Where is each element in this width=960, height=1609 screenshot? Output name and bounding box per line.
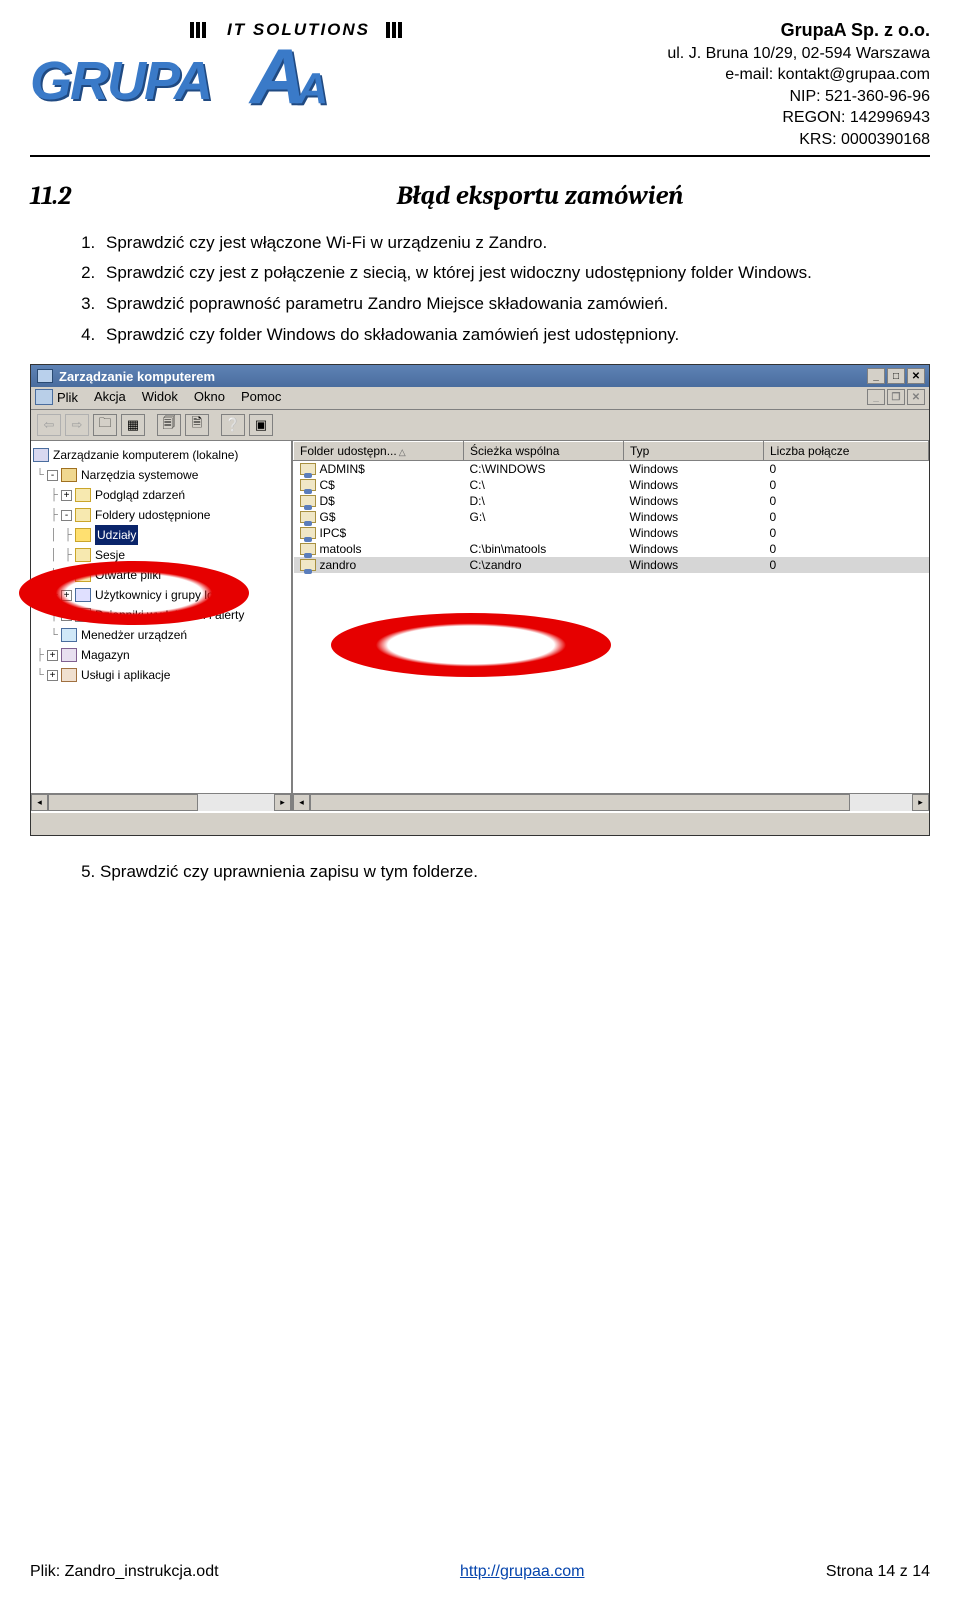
steps-list: Sprawdzić czy jest włączone Wi-Fi w urzą… — [100, 229, 930, 351]
col-conn[interactable]: Liczba połącze — [764, 442, 929, 461]
refresh-button[interactable]: 🗐 — [157, 414, 181, 436]
col-folder[interactable]: Folder udostępn...△ — [294, 442, 464, 461]
tree-scrollbar[interactable]: ◂ ▸ — [31, 793, 291, 811]
section-number: 11.2 — [30, 181, 150, 211]
tree-shared-folders[interactable]: ├-Foldery udostępnione — [33, 505, 289, 525]
company-regon: REGON: 142996943 — [782, 109, 930, 126]
menu-help[interactable]: Pomoc — [241, 389, 281, 405]
table-row[interactable]: matoolsC:\bin\matoolsWindows0 — [294, 541, 929, 557]
footer-link[interactable]: http://grupaa.com — [460, 1563, 585, 1581]
back-button[interactable]: ⇦ — [37, 414, 61, 436]
logo-bars-left — [190, 22, 206, 38]
footer-file: Plik: Zandro_instrukcja.odt — [30, 1563, 219, 1581]
tree-storage[interactable]: ├+Magazyn — [33, 645, 289, 665]
status-bar — [31, 811, 929, 835]
tree-services[interactable]: └+Usługi i aplikacje — [33, 665, 289, 685]
company-address: ul. J. Bruna 10/29, 02-594 Warszawa — [667, 45, 930, 62]
menu-bar: Plik Akcja Widok Okno Pomoc _ ❐ ✕ — [31, 387, 929, 410]
company-nip: NIP: 521-360-96-96 — [789, 88, 930, 105]
help-button[interactable]: ❔ — [221, 414, 245, 436]
tree-event-viewer[interactable]: ├+Podgląd zdarzeń — [33, 485, 289, 505]
company-name: GrupaA Sp. z o.o. — [781, 20, 930, 40]
step-1: Sprawdzić czy jest włączone Wi-Fi w urzą… — [100, 229, 930, 258]
toggle-button[interactable]: ▣ — [249, 414, 273, 436]
scroll-right-button[interactable]: ▸ — [274, 794, 291, 811]
company-logo: IT SOLUTIONS GRUPA AA — [30, 18, 370, 118]
step-3: Sprawdzić poprawność parametru Zandro Mi… — [100, 290, 930, 319]
step-5: Sprawdzić czy uprawnienia zapisu w tym f… — [100, 858, 930, 887]
company-info: GrupaA Sp. z o.o. ul. J. Bruna 10/29, 02… — [667, 18, 930, 151]
menu-file[interactable]: Plik — [35, 389, 78, 405]
highlight-ellipse-tree — [19, 561, 249, 625]
logo-bars-right — [386, 22, 402, 38]
col-path[interactable]: Ścieżka wspólna — [464, 442, 624, 461]
scroll-left-button[interactable]: ◂ — [31, 794, 48, 811]
maximize-button[interactable]: □ — [887, 368, 905, 384]
menu-action[interactable]: Akcja — [94, 389, 126, 405]
tree-pane[interactable]: Zarządzanie komputerem (lokalne) └-Narzę… — [31, 441, 293, 811]
window-titlebar[interactable]: Zarządzanie komputerem _ □ ✕ — [31, 365, 929, 387]
scroll-right-button[interactable]: ▸ — [912, 794, 929, 811]
logo-letter-a: AA — [250, 31, 328, 122]
table-row-selected[interactable]: zandroC:\zandroWindows0 — [294, 557, 929, 573]
forward-button[interactable]: ⇨ — [65, 414, 89, 436]
col-type[interactable]: Typ — [624, 442, 764, 461]
table-row[interactable]: G$G:\Windows0 — [294, 509, 929, 525]
table-row[interactable]: IPC$Windows0 — [294, 525, 929, 541]
scroll-thumb[interactable] — [310, 794, 850, 811]
export-button[interactable]: 🗎 — [185, 414, 209, 436]
table-row[interactable]: ADMIN$C:\WINDOWSWindows0 — [294, 461, 929, 478]
share-icon — [300, 463, 316, 475]
share-icon — [300, 495, 316, 507]
company-krs: KRS: 0000390168 — [799, 131, 930, 148]
toolbar: ⇦ ⇨ 🗀 ▦ 🗐 🗎 ❔ ▣ — [31, 410, 929, 441]
properties-button[interactable]: ▦ — [121, 414, 145, 436]
footer-page: Strona 14 z 14 — [826, 1563, 930, 1581]
shares-table: Folder udostępn...△ Ścieżka wspólna Typ … — [293, 441, 929, 573]
share-icon — [300, 559, 316, 571]
share-icon — [300, 543, 316, 555]
close-button[interactable]: ✕ — [907, 368, 925, 384]
section-title: Błąd eksportu zamówień — [150, 181, 930, 211]
page-footer: Plik: Zandro_instrukcja.odt http://grupa… — [30, 1563, 930, 1581]
menu-window[interactable]: Okno — [194, 389, 225, 405]
share-icon — [300, 527, 316, 539]
table-row[interactable]: C$C:\Windows0 — [294, 477, 929, 493]
section-heading: 11.2 Błąd eksportu zamówień — [30, 181, 930, 211]
steps-list-continued: Sprawdzić czy uprawnienia zapisu w tym f… — [100, 858, 930, 887]
scroll-thumb[interactable] — [48, 794, 198, 811]
page-header: IT SOLUTIONS GRUPA AA GrupaA Sp. z o.o. … — [30, 18, 930, 157]
share-icon — [300, 511, 316, 523]
window-icon — [37, 369, 53, 383]
child-restore-button[interactable]: ❐ — [887, 389, 905, 405]
table-row[interactable]: D$D:\Windows0 — [294, 493, 929, 509]
tree-tools[interactable]: └-Narzędzia systemowe — [33, 465, 289, 485]
company-email: e-mail: kontakt@grupaa.com — [725, 66, 930, 83]
minimize-button[interactable]: _ — [867, 368, 885, 384]
tree-device-mgr[interactable]: └Menedżer urządzeń — [33, 625, 289, 645]
logo-text: GRUPA — [30, 50, 211, 112]
step-2: Sprawdzić czy jest z połączenie z siecią… — [100, 259, 930, 288]
up-button[interactable]: 🗀 — [93, 414, 117, 436]
scroll-left-button[interactable]: ◂ — [293, 794, 310, 811]
child-close-button[interactable]: ✕ — [907, 389, 925, 405]
menu-view[interactable]: Widok — [142, 389, 178, 405]
tree-root[interactable]: Zarządzanie komputerem (lokalne) — [33, 445, 289, 465]
highlight-ellipse-row — [331, 613, 611, 677]
tree-shares[interactable]: │├Udziały — [33, 525, 289, 545]
list-scrollbar[interactable]: ◂ ▸ — [293, 793, 929, 811]
child-minimize-button[interactable]: _ — [867, 389, 885, 405]
share-icon — [300, 479, 316, 491]
screenshot-window: Zarządzanie komputerem _ □ ✕ Plik Akcja … — [30, 364, 930, 836]
window-title: Zarządzanie komputerem — [59, 369, 867, 384]
step-4: Sprawdzić czy folder Windows do składowa… — [100, 321, 930, 350]
